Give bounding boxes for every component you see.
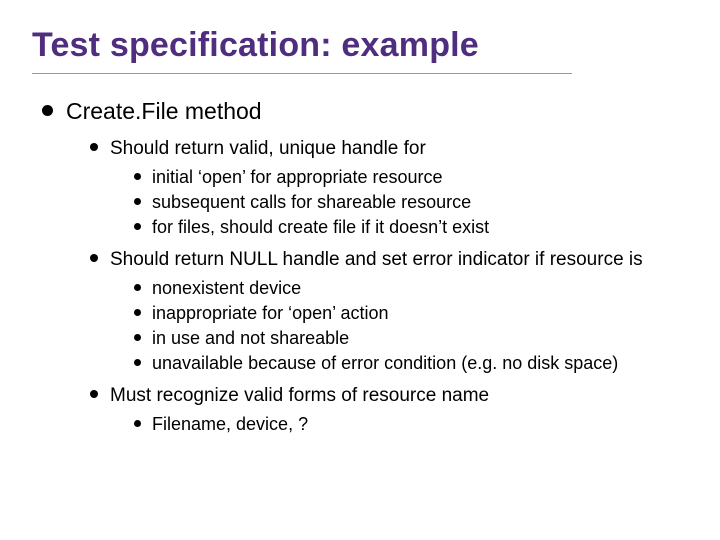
l3-text: Filename, device, ? [152,414,308,434]
list-item: Must recognize valid forms of resource n… [88,382,688,437]
bullet-list-level3: Filename, device, ? [110,412,688,437]
list-item: subsequent calls for shareable resource [132,190,688,215]
list-item: Should return valid, unique handle for i… [88,135,688,240]
slide-title: Test specification: example [32,26,572,65]
bullet-list-level2: Should return valid, unique handle for i… [66,135,688,437]
list-item: Create.File method Should return valid, … [40,96,688,437]
list-item: nonexistent device [132,276,688,301]
l3-text: for files, should create file if it does… [152,217,489,237]
list-item: unavailable because of error condition (… [132,351,688,376]
list-item: for files, should create file if it does… [132,215,688,240]
l3-text: initial ‘open’ for appropriate resource [152,167,443,187]
l1-text: Create.File method [66,98,262,124]
l3-text: subsequent calls for shareable resource [152,192,471,212]
title-block: Test specification: example [32,26,572,74]
list-item: initial ‘open’ for appropriate resource [132,165,688,190]
l2-text: Must recognize valid forms of resource n… [110,385,489,406]
l3-text: inappropriate for ‘open’ action [152,303,389,323]
bullet-list-level3: nonexistent device inappropriate for ‘op… [110,276,688,377]
bullet-list-level3: initial ‘open’ for appropriate resource … [110,165,688,241]
l2-text: Should return valid, unique handle for [110,138,426,159]
list-item: in use and not shareable [132,326,688,351]
list-item: Should return NULL handle and set error … [88,246,688,376]
bullet-list-level1: Create.File method Should return valid, … [32,96,688,437]
l3-text: unavailable because of error condition (… [152,353,618,373]
l3-text: in use and not shareable [152,328,349,348]
slide: Test specification: example Create.File … [0,0,720,540]
list-item: inappropriate for ‘open’ action [132,301,688,326]
list-item: Filename, device, ? [132,412,688,437]
l2-text: Should return NULL handle and set error … [110,249,643,270]
l3-text: nonexistent device [152,278,301,298]
